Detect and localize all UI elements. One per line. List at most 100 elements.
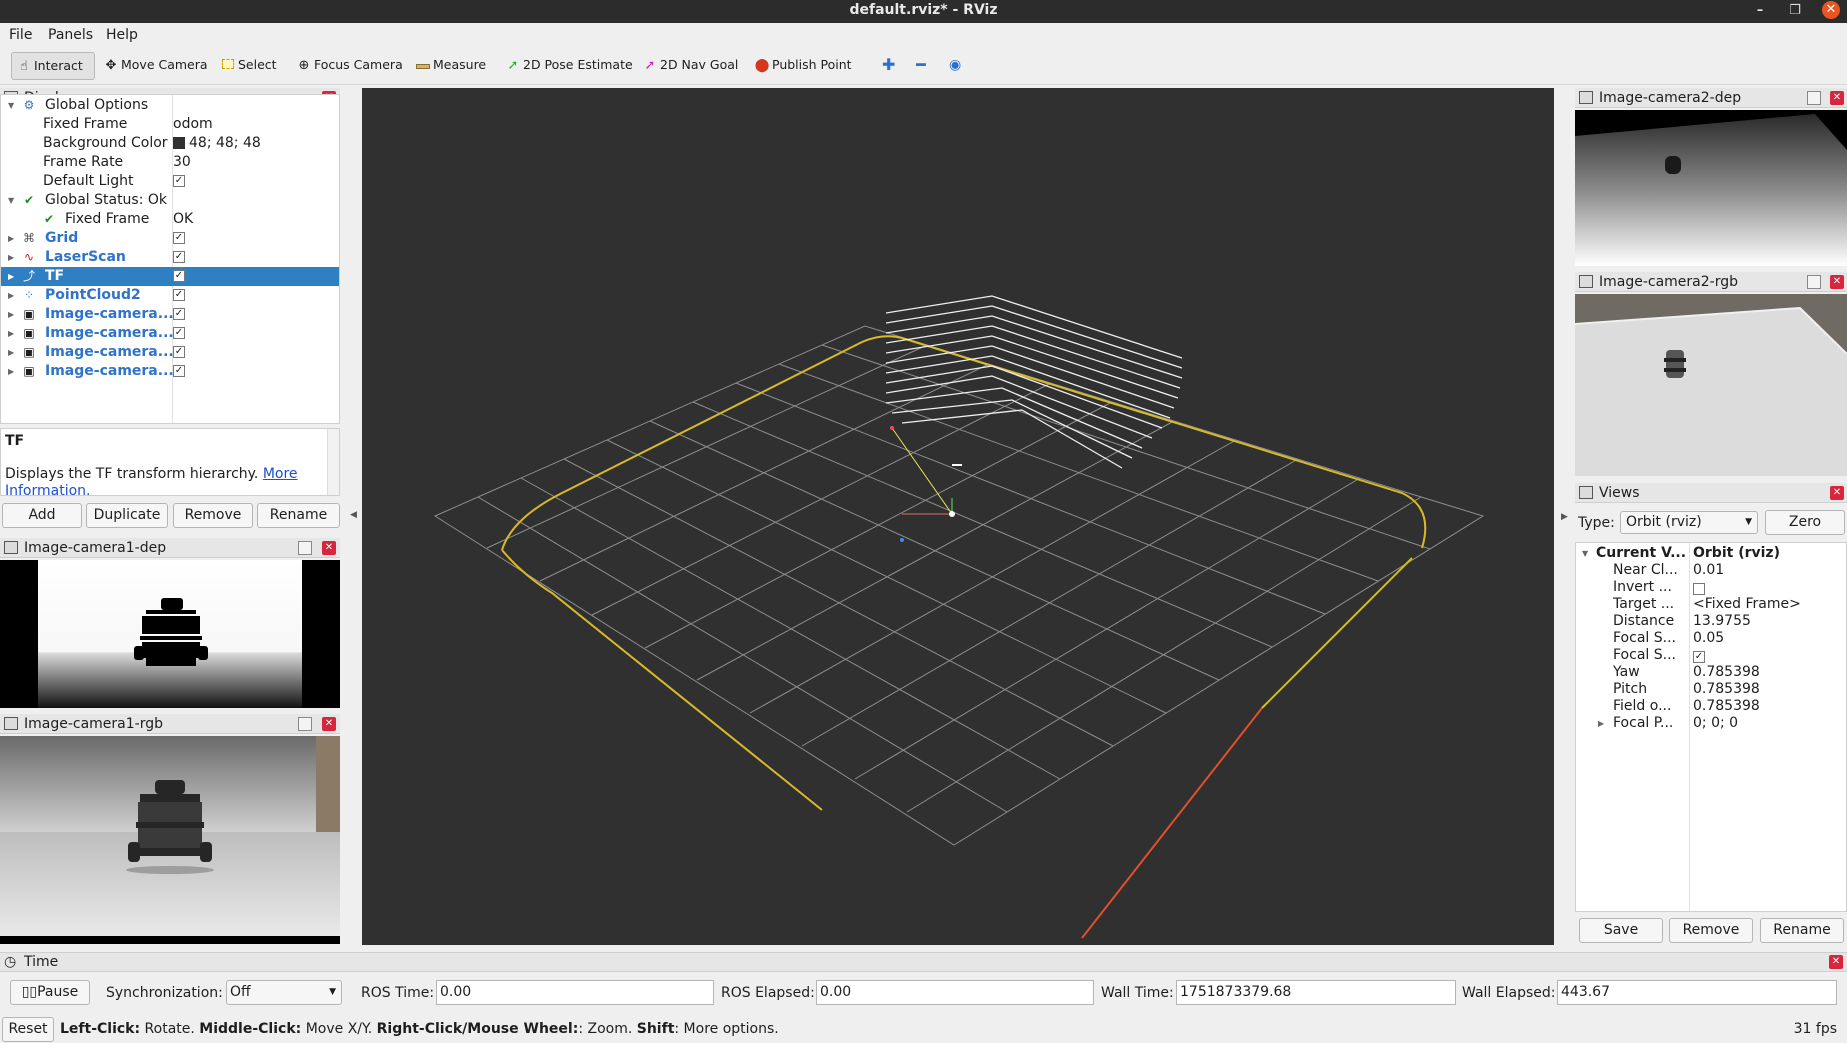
reset-button[interactable]: Reset — [2, 1017, 54, 1042]
view-prop-row[interactable]: Yaw 0.785398 — [1576, 664, 1846, 681]
ros-elapsed-field[interactable]: 0.00 — [816, 980, 1094, 1005]
display-item-grid[interactable]: ▶ ⌘ Grid ✓ — [1, 229, 339, 248]
expand-arrow-icon[interactable]: ▶ — [8, 324, 14, 343]
menu-help[interactable]: Help — [106, 27, 138, 43]
remove-tool-icon[interactable]: ━ — [912, 52, 930, 80]
zero-view-button[interactable]: Zero — [1765, 510, 1845, 535]
focal-shape-fixed-checkbox[interactable]: ✓ — [1693, 651, 1705, 663]
default-light-checkbox[interactable]: ✓ — [173, 175, 185, 187]
expand-arrow-icon[interactable]: ▶ — [1598, 715, 1604, 732]
display-item-pointcloud2[interactable]: ▶ ⁘ PointCloud2 ✓ — [1, 286, 339, 305]
image-camera-checkbox[interactable]: ✓ — [173, 308, 185, 320]
expand-arrow-icon[interactable]: ▶ — [8, 286, 14, 305]
background-color-value[interactable]: 48; 48; 48 — [173, 134, 261, 153]
expand-arrow-icon[interactable]: ▶ — [8, 305, 14, 324]
menu-panels[interactable]: Panels — [48, 27, 93, 43]
display-item-laserscan[interactable]: ▶ ∿ LaserScan ✓ — [1, 248, 339, 267]
view-prop-row[interactable]: Invert ... — [1576, 579, 1846, 596]
expand-arrow-icon[interactable]: ▶ — [8, 343, 14, 362]
wall-elapsed-field[interactable]: 443.67 — [1557, 980, 1837, 1005]
wall-time-field[interactable]: 1751873379.68 — [1176, 980, 1456, 1005]
expand-arrow-icon[interactable]: ▶ — [8, 362, 14, 381]
view-prop-row[interactable]: Focal S... 0.05 — [1576, 630, 1846, 647]
2d-nav-goal-button[interactable]: ➚ 2D Nav Goal — [638, 52, 742, 80]
close-panel-icon[interactable]: ✕ — [322, 541, 336, 555]
focus-camera-button[interactable]: ⊕ Focus Camera — [292, 52, 407, 80]
close-window-icon[interactable]: ✕ — [1822, 1, 1840, 19]
expand-arrow-icon[interactable]: ▶ — [8, 248, 14, 267]
synchronization-select[interactable]: Off ▼ — [226, 980, 342, 1005]
yaw-value[interactable]: 0.785398 — [1693, 664, 1760, 681]
minimize-icon[interactable]: – — [1750, 1, 1770, 21]
view-prop-row[interactable]: Field o... 0.785398 — [1576, 698, 1846, 715]
fixed-frame-value[interactable]: odom — [173, 115, 213, 134]
duplicate-display-button[interactable]: Duplicate — [86, 503, 168, 528]
pause-button[interactable]: ▯▯Pause — [10, 980, 90, 1005]
view-prop-row[interactable]: Target ... <Fixed Frame> — [1576, 596, 1846, 613]
save-view-button[interactable]: Save — [1579, 918, 1663, 943]
display-item-image-camera[interactable]: ▶ ▣ Image-camera... ✓ — [1, 343, 339, 362]
display-item-image-camera[interactable]: ▶ ▣ Image-camera... ✓ — [1, 324, 339, 343]
view-prop-row[interactable]: Distance 13.9755 — [1576, 613, 1846, 630]
collapse-left-arrow-icon[interactable]: ◀ — [350, 510, 357, 520]
focal-shape-size-value[interactable]: 0.05 — [1693, 630, 1724, 647]
view-prop-row[interactable]: ▶ Focal P... 0; 0; 0 — [1576, 715, 1846, 732]
maximize-icon[interactable]: ❐ — [1785, 1, 1805, 21]
tree-item-global-options[interactable]: ▼ ⚙ Global Options — [1, 96, 339, 115]
ros-time-field[interactable]: 0.00 — [436, 980, 714, 1005]
frame-rate-value[interactable]: 30 — [173, 153, 191, 172]
interact-tool-button[interactable]: ☝ Interact — [11, 52, 95, 80]
eye-icon[interactable]: ◉ — [945, 52, 965, 80]
close-panel-icon[interactable]: ✕ — [1830, 486, 1844, 500]
invert-z-checkbox[interactable] — [1693, 583, 1705, 595]
grid-checkbox[interactable]: ✓ — [173, 232, 185, 244]
close-panel-icon[interactable]: ✕ — [1830, 91, 1844, 105]
views-type-select[interactable]: Orbit (rviz) ▼ — [1620, 511, 1758, 534]
float-panel-icon[interactable] — [298, 541, 312, 555]
image-camera-checkbox[interactable]: ✓ — [173, 365, 185, 377]
prop-default-light[interactable]: Default Light ✓ — [1, 172, 339, 191]
publish-point-button[interactable]: ⬤ Publish Point — [750, 52, 856, 80]
collapse-arrow-icon[interactable]: ▼ — [1582, 545, 1588, 562]
prop-frame-rate[interactable]: Frame Rate 30 — [1, 153, 339, 172]
measure-tool-button[interactable]: Measure — [411, 52, 490, 80]
pointcloud2-checkbox[interactable]: ✓ — [173, 289, 185, 301]
pitch-value[interactable]: 0.785398 — [1693, 681, 1760, 698]
rename-display-button[interactable]: Rename — [257, 503, 340, 528]
float-panel-icon[interactable] — [1807, 91, 1821, 105]
prop-background-color[interactable]: Background Color 48; 48; 48 — [1, 134, 339, 153]
field-of-view-value[interactable]: 0.785398 — [1693, 698, 1760, 715]
near-clip-value[interactable]: 0.01 — [1693, 562, 1724, 579]
close-panel-icon[interactable]: ✕ — [322, 717, 336, 731]
close-panel-icon[interactable]: ✕ — [1829, 955, 1843, 969]
laserscan-checkbox[interactable]: ✓ — [173, 251, 185, 263]
current-view-row[interactable]: ▼ Current V... Orbit (rviz) — [1576, 545, 1846, 562]
collapse-arrow-icon[interactable]: ▼ — [8, 191, 14, 210]
tree-item-global-status[interactable]: ▼ ✔ Global Status: Ok — [1, 191, 339, 210]
display-item-image-camera[interactable]: ▶ ▣ Image-camera... ✓ — [1, 362, 339, 381]
add-display-button[interactable]: Add — [2, 503, 82, 528]
tf-checkbox[interactable]: ✓ — [173, 270, 185, 282]
close-panel-icon[interactable]: ✕ — [1830, 275, 1844, 289]
expand-arrow-icon[interactable]: ▶ — [8, 229, 14, 248]
display-item-tf[interactable]: ▶ ⤴ TF ✓ — [1, 267, 339, 286]
view-prop-row[interactable]: Near Cl... 0.01 — [1576, 562, 1846, 579]
remove-view-button[interactable]: Remove — [1669, 918, 1753, 943]
expand-arrow-icon[interactable]: ▶ — [8, 267, 14, 286]
collapse-arrow-icon[interactable]: ▼ — [8, 96, 14, 115]
2d-pose-estimate-button[interactable]: ➚ 2D Pose Estimate — [501, 52, 637, 80]
focal-point-value[interactable]: 0; 0; 0 — [1693, 715, 1738, 732]
add-tool-icon[interactable]: ✚ — [878, 52, 899, 80]
view-prop-row[interactable]: Pitch 0.785398 — [1576, 681, 1846, 698]
3d-render-viewport[interactable] — [362, 88, 1554, 945]
float-panel-icon[interactable] — [1807, 275, 1821, 289]
remove-display-button[interactable]: Remove — [173, 503, 253, 528]
select-tool-button[interactable]: Select — [216, 52, 281, 80]
image-camera-checkbox[interactable]: ✓ — [173, 346, 185, 358]
prop-fixed-frame[interactable]: Fixed Frame odom — [1, 115, 339, 134]
menu-file[interactable]: File — [9, 27, 32, 43]
display-item-image-camera[interactable]: ▶ ▣ Image-camera... ✓ — [1, 305, 339, 324]
distance-value[interactable]: 13.9755 — [1693, 613, 1751, 630]
target-frame-value[interactable]: <Fixed Frame> — [1693, 596, 1801, 613]
rename-view-button[interactable]: Rename — [1760, 918, 1844, 943]
